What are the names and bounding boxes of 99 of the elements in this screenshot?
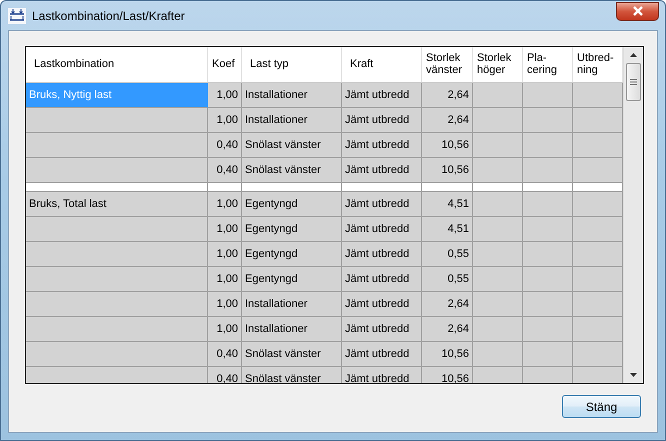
table-cell — [473, 266, 523, 292]
table-cell: Jämt utbredd — [342, 192, 422, 217]
table-cell — [523, 292, 573, 317]
table-cell: 2,64 — [422, 82, 473, 108]
table-cell: 1,00 — [208, 108, 242, 133]
table-cell[interactable] — [26, 108, 208, 133]
table-cell: Jämt utbredd — [342, 242, 422, 267]
table-cell: 1,00 — [208, 242, 242, 267]
table-cell: 2,64 — [422, 108, 473, 133]
table-cell: Jämt utbredd — [342, 158, 422, 183]
table-cell: 10,56 — [422, 132, 473, 158]
column-header[interactable]: Storlek vänster — [422, 47, 473, 82]
table-cell[interactable] — [26, 292, 208, 317]
table-cell: Installationer — [242, 292, 342, 317]
table-cell: Jämt utbredd — [342, 366, 422, 383]
app-icon — [8, 8, 26, 24]
table-cell[interactable] — [26, 158, 208, 183]
table-cell: Jämt utbredd — [342, 266, 422, 292]
table-cell: 10,56 — [422, 342, 473, 367]
table-cell: Snölast vänster — [242, 158, 342, 183]
table-cell: 2,64 — [422, 316, 473, 342]
table-cell: 0,40 — [208, 366, 242, 383]
table-cell[interactable] — [26, 316, 208, 342]
table-cell[interactable] — [26, 342, 208, 367]
close-button[interactable] — [616, 2, 659, 20]
scroll-up-icon[interactable] — [630, 53, 637, 57]
table-cell[interactable] — [26, 132, 208, 158]
column-header[interactable]: Lastkombination — [26, 47, 208, 82]
table-cell: Egentyngd — [242, 216, 342, 242]
table-cell — [573, 316, 623, 342]
table-cell: 0,40 — [208, 342, 242, 367]
column-header[interactable]: Kraft — [342, 47, 422, 82]
table-cell — [573, 132, 623, 158]
table-cell: Jämt utbredd — [342, 82, 422, 108]
table-cell: Jämt utbredd — [342, 292, 422, 317]
table-cell: Jämt utbredd — [342, 316, 422, 342]
table-cell — [573, 108, 623, 133]
table-cell — [523, 342, 573, 367]
table-cell: 1,00 — [208, 82, 242, 108]
table-cell: 1,00 — [208, 192, 242, 217]
table-cell: 0,40 — [208, 132, 242, 158]
table-cell — [523, 216, 573, 242]
table-cell — [473, 108, 523, 133]
table-cell: 1,00 — [208, 216, 242, 242]
close-dialog-button[interactable]: Stäng — [562, 395, 641, 418]
table-cell: Installationer — [242, 108, 342, 133]
grip-icon — [630, 79, 637, 85]
table-cell — [473, 242, 523, 267]
table-cell: 10,56 — [422, 366, 473, 383]
table-cell — [473, 132, 523, 158]
table-cell: 4,51 — [422, 192, 473, 217]
table-cell: Egentyngd — [242, 242, 342, 267]
table-cell — [473, 316, 523, 342]
table-cell: Snölast vänster — [242, 132, 342, 158]
table-cell[interactable] — [26, 216, 208, 242]
table-cell: Jämt utbredd — [342, 108, 422, 133]
table-cell — [573, 266, 623, 292]
scroll-thumb[interactable] — [626, 63, 641, 101]
table-cell: 4,51 — [422, 216, 473, 242]
table-cell: Egentyngd — [242, 192, 342, 217]
table-cell: Egentyngd — [242, 266, 342, 292]
table-cell: Jämt utbredd — [342, 216, 422, 242]
table-cell: 10,56 — [422, 158, 473, 183]
column-header[interactable]: Koef — [208, 47, 242, 82]
table-cell — [473, 216, 523, 242]
table-cell: 1,00 — [208, 292, 242, 317]
column-header[interactable]: Storlek höger — [473, 47, 523, 82]
column-header[interactable]: Pla-cering — [523, 47, 573, 82]
window-title: Lastkombination/Last/Krafter — [32, 8, 185, 22]
table-cell[interactable] — [26, 242, 208, 267]
table-cell: 2,64 — [422, 292, 473, 317]
table-cell — [523, 316, 573, 342]
table-cell: Jämt utbredd — [342, 342, 422, 367]
table-cell: 0,55 — [422, 266, 473, 292]
table-cell: Installationer — [242, 82, 342, 108]
table-cell[interactable] — [26, 266, 208, 292]
close-icon — [632, 6, 644, 16]
scrollbar[interactable] — [623, 47, 643, 383]
table-cell: Jämt utbredd — [342, 132, 422, 158]
table-cell: 1,00 — [208, 316, 242, 342]
table-cell[interactable]: Bruks, Total last — [26, 192, 208, 217]
table-cell — [523, 132, 573, 158]
table-cell — [573, 292, 623, 317]
table-cell — [573, 216, 623, 242]
table-cell — [473, 292, 523, 317]
table-cell: Installationer — [242, 316, 342, 342]
table-cell — [523, 242, 573, 267]
table-cell — [523, 266, 573, 292]
table-cell — [523, 108, 573, 133]
table-cell: Snölast vänster — [242, 342, 342, 367]
table-cell: 0,55 — [422, 242, 473, 267]
table-cell: 1,00 — [208, 266, 242, 292]
table-cell: 0,40 — [208, 158, 242, 183]
table-cell — [573, 342, 623, 367]
table-cell — [473, 342, 523, 367]
table-cell — [573, 242, 623, 267]
column-header[interactable]: Last typ — [242, 47, 342, 82]
table-cell: Snölast vänster — [242, 366, 342, 383]
scroll-down-icon[interactable] — [630, 373, 637, 377]
